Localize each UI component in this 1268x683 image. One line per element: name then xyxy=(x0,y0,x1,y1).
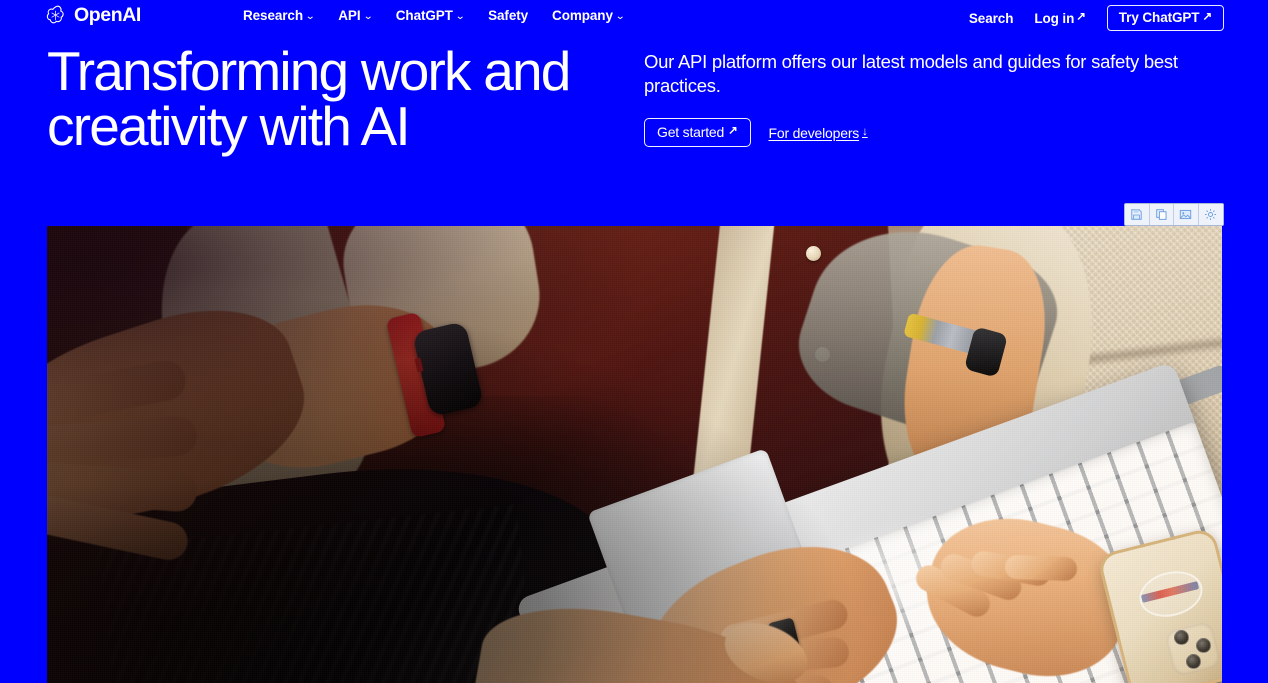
save-icon[interactable] xyxy=(1125,204,1150,225)
nav-item-chatgpt[interactable]: ChatGPT ⌄ xyxy=(395,8,466,23)
hero-image-content xyxy=(47,226,1222,683)
primary-nav: Research ⌄ API ⌄ ChatGPT ⌄ Safety Compan… xyxy=(243,8,626,23)
arrow-up-right-icon: ↗ xyxy=(728,125,738,138)
nav-label-safety: Safety xyxy=(488,8,529,23)
image-toolbar xyxy=(1124,203,1224,226)
nav-label-api: API xyxy=(338,8,361,23)
arrow-up-right-icon: ↗ xyxy=(1202,10,1212,23)
nav-item-research[interactable]: Research ⌄ xyxy=(243,8,316,23)
for-developers-link[interactable]: For developers ↓ xyxy=(769,125,868,141)
hero-image xyxy=(47,226,1222,683)
arrow-up-right-icon: ↗ xyxy=(1076,11,1086,24)
brand-name: OpenAI xyxy=(74,3,141,26)
get-started-label: Get started xyxy=(657,124,725,141)
header-actions: Search Log in ↗ Try ChatGPT ↗ xyxy=(969,5,1224,31)
nav-label-company: Company xyxy=(552,8,613,23)
nav-item-company[interactable]: Company ⌄ xyxy=(552,8,626,23)
get-started-button[interactable]: Get started ↗ xyxy=(644,118,751,148)
nav-label-research: Research xyxy=(243,8,303,23)
login-label: Log in xyxy=(1034,10,1075,26)
arrow-down-icon: ↓ xyxy=(862,125,868,138)
for-developers-label: For developers xyxy=(768,124,860,141)
hero-subtitle: Our API platform offers our latest model… xyxy=(644,51,1178,97)
try-chatgpt-label: Try ChatGPT xyxy=(1118,10,1200,25)
nav-item-safety[interactable]: Safety xyxy=(488,8,528,23)
image-icon[interactable] xyxy=(1174,204,1199,225)
site-header: OpenAI Research ⌄ API ⌄ ChatGPT ⌄ Safety… xyxy=(0,0,1268,34)
login-link[interactable]: Log in ↗ xyxy=(1034,10,1086,26)
brand-logo-link[interactable]: OpenAI xyxy=(44,4,141,27)
hero-section: Transforming work and creativity with AI… xyxy=(0,44,1268,204)
page-title: Transforming work and creativity with AI xyxy=(47,40,571,157)
chevron-down-icon: ⌄ xyxy=(614,10,626,22)
openai-homepage: OpenAI Research ⌄ API ⌄ ChatGPT ⌄ Safety… xyxy=(0,0,1268,683)
chevron-down-icon: ⌄ xyxy=(304,10,316,22)
nav-label-chatgpt: ChatGPT xyxy=(395,8,453,23)
hero-actions: Get started ↗ For developers ↓ xyxy=(644,118,1214,148)
search-label: Search xyxy=(968,10,1014,26)
nav-item-api[interactable]: API ⌄ xyxy=(338,8,373,23)
hero-content-right: Our API platform offers our latest model… xyxy=(644,50,1214,148)
settings-gear-icon[interactable] xyxy=(1198,204,1223,225)
openai-blossom-icon xyxy=(44,4,67,27)
copy-icon[interactable] xyxy=(1149,204,1174,225)
chevron-down-icon: ⌄ xyxy=(454,10,466,22)
try-chatgpt-button[interactable]: Try ChatGPT ↗ xyxy=(1106,5,1224,31)
chevron-down-icon: ⌄ xyxy=(362,10,373,22)
search-button[interactable]: Search xyxy=(968,10,1014,26)
